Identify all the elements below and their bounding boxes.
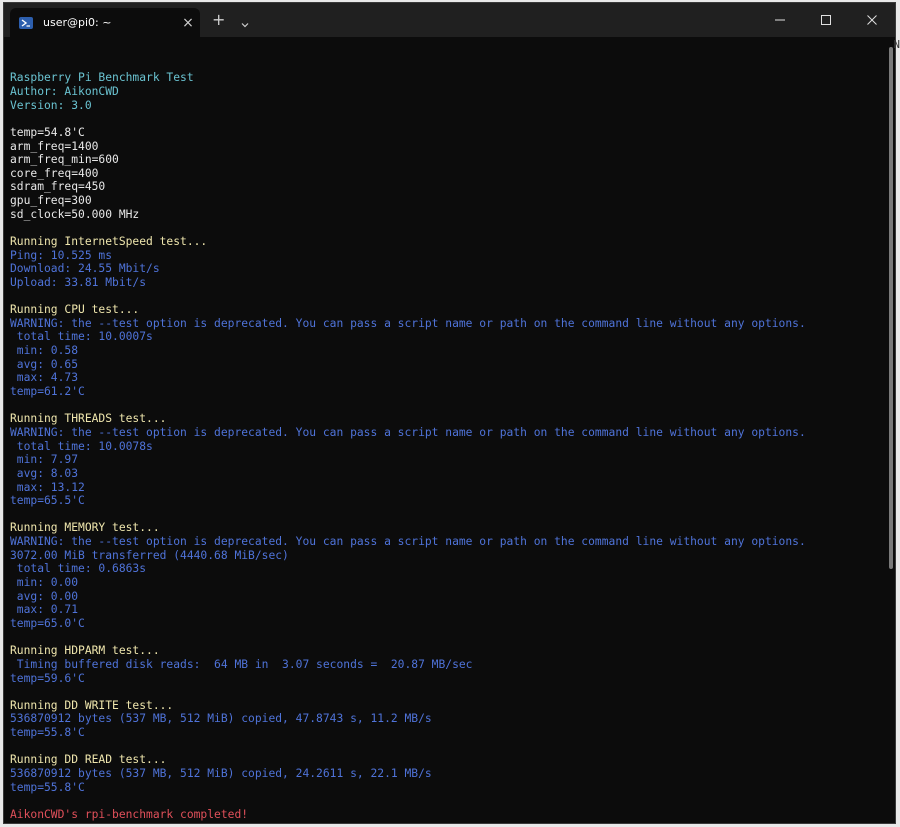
- terminal-line: Running DD READ test...: [10, 753, 167, 767]
- minimize-icon: [775, 19, 785, 21]
- terminal-line: WARNING: the --test option is deprecated…: [10, 316, 806, 330]
- terminal-line: temp=59.6'C: [10, 671, 85, 685]
- terminal-line: Running MEMORY test...: [10, 521, 160, 535]
- terminal-window: user@pi0: ~ × + Raspberry Pi Benchmark T…: [3, 2, 896, 824]
- terminal-line: Running HDPARM test...: [10, 644, 160, 658]
- powershell-icon: [19, 16, 33, 29]
- title-bar[interactable]: user@pi0: ~ × +: [4, 3, 895, 37]
- terminal-line: 3072.00 MiB transferred (4440.68 MiB/sec…: [10, 548, 289, 562]
- tab-user-pi0[interactable]: user@pi0: ~ ×: [10, 8, 200, 37]
- terminal-line: sdram_freq=450: [10, 180, 106, 194]
- maximize-button[interactable]: [803, 3, 849, 37]
- terminal-line: max: 13.12: [10, 480, 85, 494]
- terminal-line: Running THREADS test...: [10, 412, 167, 426]
- terminal-line: Upload: 33.81 Mbit/s: [10, 275, 147, 289]
- terminal-line: Running DD WRITE test...: [10, 698, 174, 712]
- minimize-button[interactable]: [757, 3, 803, 37]
- terminal-line: Running CPU test...: [10, 303, 140, 317]
- close-button[interactable]: [849, 3, 895, 37]
- terminal-line: Author: AikonCWD: [10, 84, 119, 98]
- terminal-line: gpu_freq=300: [10, 194, 92, 208]
- maximize-icon: [821, 15, 831, 25]
- terminal-line: Version: 3.0: [10, 98, 92, 112]
- close-icon: [867, 15, 877, 25]
- terminal-line: Running InternetSpeed test...: [10, 235, 208, 248]
- terminal-line: WARNING: the --test option is deprecated…: [10, 425, 806, 439]
- tab-close-button[interactable]: ×: [176, 16, 200, 30]
- terminal-line: max: 4.73: [10, 371, 79, 385]
- terminal-line: arm_freq=1400: [10, 139, 99, 153]
- terminal-line: temp=65.0'C: [10, 616, 85, 630]
- terminal-line: min: 7.97: [10, 453, 79, 467]
- terminal-line: total time: 0.6863s: [10, 562, 147, 576]
- terminal-line: sd_clock=50.000 MHz: [10, 207, 140, 221]
- terminal-line: temp=61.2'C: [10, 385, 85, 399]
- terminal-line: Download: 24.55 Mbit/s: [10, 262, 160, 276]
- terminal-line: AikonCWD's rpi-benchmark completed!: [10, 807, 249, 821]
- terminal-line: min: 0.58: [10, 344, 79, 358]
- terminal-line: arm_freq_min=600: [10, 153, 119, 167]
- terminal-line: min: 0.00: [10, 576, 79, 590]
- terminal-line: temp=55.8'C: [10, 780, 85, 794]
- terminal-line: Raspberry Pi Benchmark Test: [10, 71, 194, 85]
- terminal-line: 536870912 bytes (537 MB, 512 MiB) copied…: [10, 712, 432, 726]
- terminal-line: total time: 10.0007s: [10, 330, 153, 344]
- terminal-line: temp=55.8'C: [10, 726, 85, 740]
- window-controls: [757, 3, 895, 37]
- terminal-line: 536870912 bytes (537 MB, 512 MiB) copied…: [10, 766, 432, 780]
- terminal-line: temp=54.8'C: [10, 125, 85, 139]
- terminal-line: Timing buffered disk reads: 64 MB in 3.0…: [10, 657, 473, 671]
- terminal-output[interactable]: Raspberry Pi Benchmark Test Author: Aikon…: [4, 37, 895, 823]
- tab-title: user@pi0: ~: [43, 16, 112, 29]
- terminal-line: temp=65.5'C: [10, 494, 85, 508]
- terminal-line: core_freq=400: [10, 166, 99, 180]
- terminal-line: Ping: 10.525 ms: [10, 248, 113, 262]
- terminal-line: avg: 0.00: [10, 589, 79, 603]
- scrollbar[interactable]: [889, 47, 893, 569]
- terminal-line: avg: 8.03: [10, 466, 79, 480]
- terminal-line: WARNING: the --test option is deprecated…: [10, 535, 806, 549]
- new-tab-button[interactable]: +: [212, 12, 225, 28]
- terminal-line: avg: 0.65: [10, 357, 79, 371]
- terminal-line: total time: 10.0078s: [10, 439, 153, 453]
- background-window-edge-text: N: [893, 38, 900, 51]
- terminal-line: max: 0.71: [10, 603, 79, 617]
- chevron-down-icon[interactable]: [240, 15, 250, 28]
